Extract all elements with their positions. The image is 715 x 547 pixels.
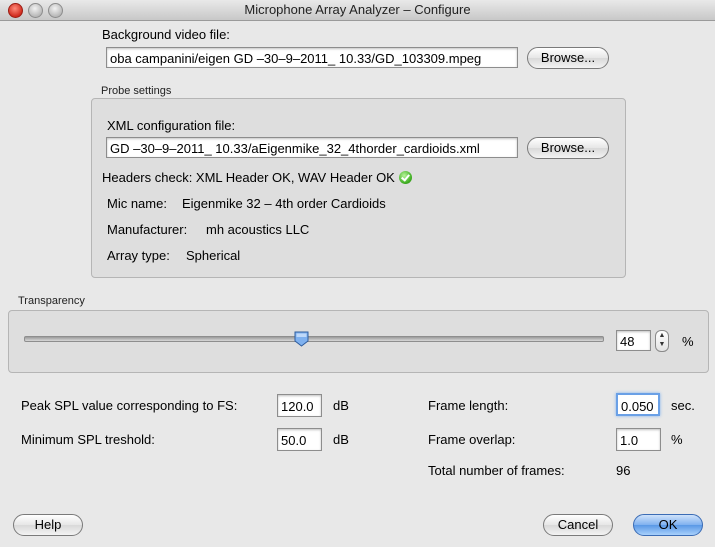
total-frames-value: 96 (616, 463, 631, 478)
xml-config-label: XML configuration file: (107, 118, 236, 133)
xml-browse-button[interactable]: Browse... (527, 137, 609, 159)
peak-spl-field[interactable]: 120.0 (277, 394, 322, 417)
background-video-label: Background video file: (102, 27, 230, 42)
frame-length-unit: sec. (671, 398, 695, 413)
frame-overlap-unit: % (671, 432, 683, 447)
mic-name-label: Mic name: (107, 196, 167, 211)
transparency-slider-thumb[interactable] (294, 331, 309, 347)
probe-settings-label: Probe settings (101, 85, 172, 97)
total-frames-label: Total number of frames: (428, 463, 565, 478)
headers-check-row: Headers check: XML Header OK, WAV Header… (102, 170, 412, 185)
background-browse-button[interactable]: Browse... (527, 47, 609, 69)
stepper-down-icon[interactable]: ▼ (656, 340, 668, 349)
array-type-label: Array type: (107, 248, 170, 263)
min-spl-label: Minimum SPL treshold: (21, 432, 155, 447)
peak-spl-unit: dB (333, 398, 349, 413)
window-title: Microphone Array Analyzer – Configure (244, 2, 471, 17)
headers-check-text: Headers check: XML Header OK, WAV Header… (102, 170, 395, 185)
background-video-path-field[interactable]: oba campanini/eigen GD –30–9–2011_ 10.33… (106, 47, 518, 68)
frame-overlap-field[interactable]: 1.0 (616, 428, 661, 451)
array-type-value: Spherical (186, 248, 241, 263)
stepper-up-icon[interactable]: ▲ (656, 331, 668, 340)
transparency-label: Transparency (18, 295, 85, 307)
mic-name-value: Eigenmike 32 – 4th order Cardioids (182, 196, 386, 211)
checkmark-ok-icon (398, 171, 412, 184)
manufacturer-label: Manufacturer: (107, 222, 188, 237)
transparency-unit: % (682, 334, 694, 349)
min-spl-field[interactable]: 50.0 (277, 428, 322, 451)
transparency-slider-track[interactable] (24, 336, 604, 342)
peak-spl-label: Peak SPL value corresponding to FS: (21, 398, 238, 413)
transparency-value-field[interactable]: 48 (616, 330, 651, 351)
min-spl-unit: dB (333, 432, 349, 447)
help-button[interactable]: Help (13, 514, 83, 536)
cancel-button[interactable]: Cancel (543, 514, 613, 536)
title-bar: Microphone Array Analyzer – Configure (0, 0, 715, 21)
ok-button[interactable]: OK (633, 514, 703, 536)
frame-length-label: Frame length: (428, 398, 509, 413)
manufacturer-value: mh acoustics LLC (206, 222, 310, 237)
frame-overlap-label: Frame overlap: (428, 432, 516, 447)
transparency-stepper[interactable]: ▲ ▼ (655, 330, 669, 352)
xml-config-path-field[interactable]: GD –30–9–2011_ 10.33/aEigenmike_32_4thor… (106, 137, 518, 158)
frame-length-field[interactable]: 0.050 (616, 393, 660, 416)
